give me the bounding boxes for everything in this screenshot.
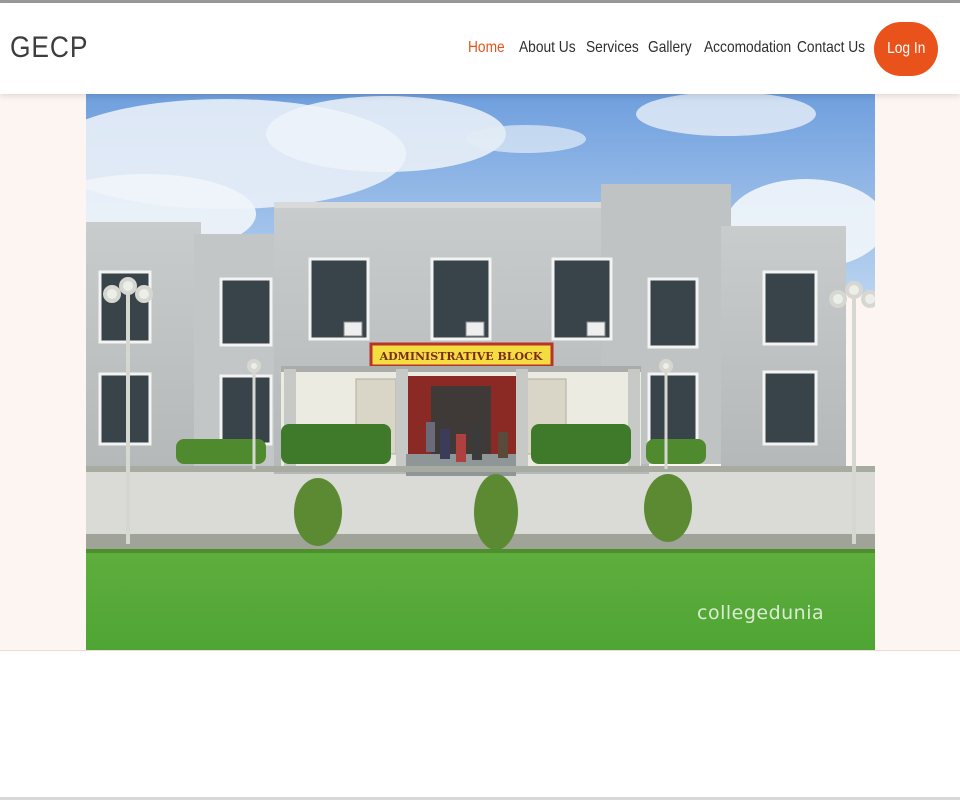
navbar: GECP Home About Us Services Gallery Acco… (0, 3, 960, 94)
watermark-text: collegedunia (697, 602, 825, 624)
hero-divider (0, 650, 960, 651)
nav-menu: Home About Us Services Gallery Accomodat… (0, 39, 960, 63)
login-button-label: Log In (886, 40, 926, 57)
nav-link-gallery[interactable]: Gallery (648, 39, 692, 57)
nav-link-home[interactable]: Home (468, 39, 505, 57)
nav-link-contact-us[interactable]: Contact Us (797, 39, 865, 57)
nav-link-accomodation[interactable]: Accomodation (704, 39, 791, 57)
hero-image-administrative-block: ADMINISTRATIVE BLOCK collegedunia (86, 94, 875, 650)
nav-link-services[interactable]: Services (586, 39, 639, 57)
nav-link-about-us[interactable]: About Us (519, 39, 576, 57)
login-button[interactable]: Log In (874, 22, 938, 76)
sign-administrative-block: ADMINISTRATIVE BLOCK (379, 350, 543, 363)
building-photo: ADMINISTRATIVE BLOCK (86, 94, 875, 650)
